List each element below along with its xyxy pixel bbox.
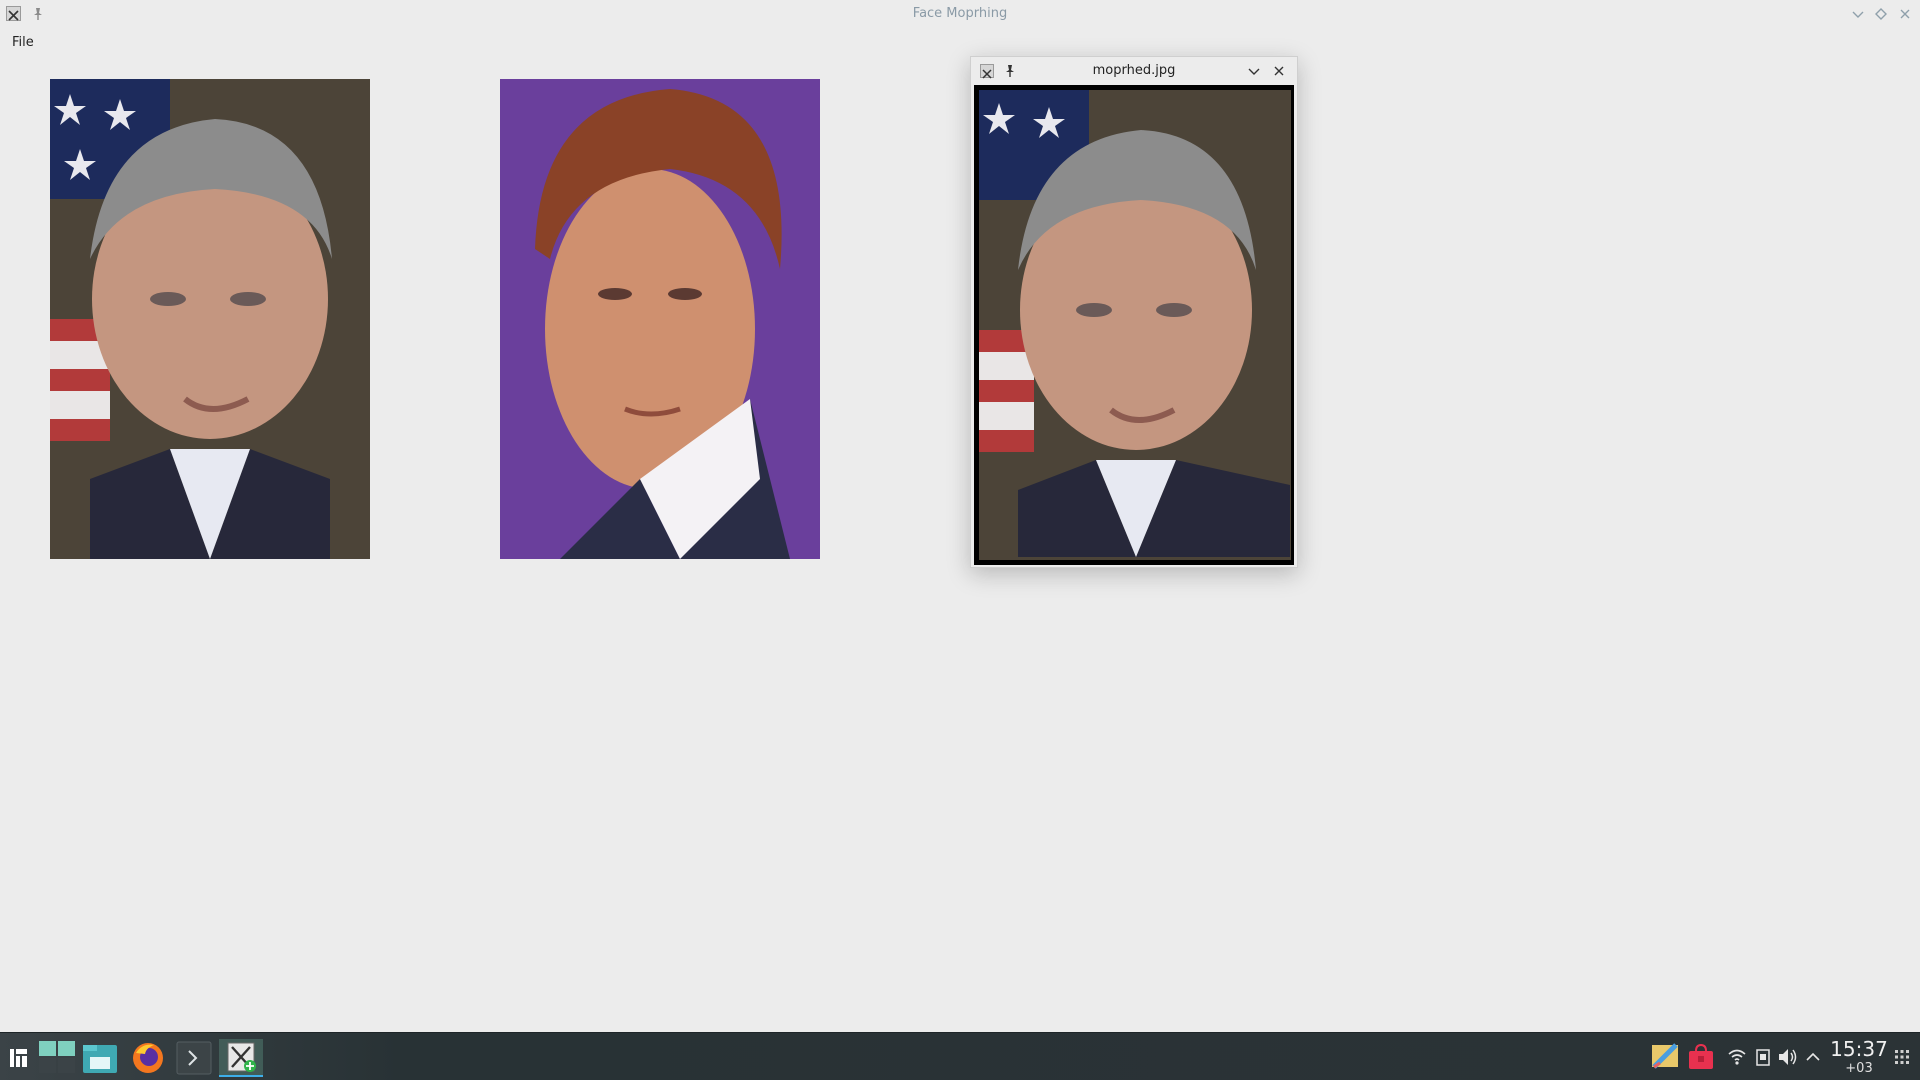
main-window-titlebar[interactable]: Face Moprhing [0, 0, 1920, 28]
photo-man-suit-flag-background [50, 79, 370, 559]
network-icon[interactable] [1726, 1045, 1748, 1069]
terminal-icon[interactable] [174, 1039, 214, 1077]
close-icon[interactable] [1898, 7, 1912, 21]
photo-morphed-face [979, 90, 1291, 560]
taskbar: 15:37 +03 [0, 1032, 1920, 1080]
result-window[interactable]: moprhed.jpg [970, 56, 1298, 568]
device-icon[interactable] [1752, 1045, 1774, 1069]
expand-arrow-icon[interactable] [1802, 1045, 1824, 1069]
morphed-image[interactable] [974, 85, 1294, 565]
minimize-icon[interactable] [1247, 64, 1261, 78]
app-grid-icon[interactable] [1894, 1049, 1910, 1065]
face-morph-app-icon[interactable] [219, 1039, 263, 1077]
source-image-left[interactable] [50, 79, 370, 559]
maximize-icon[interactable] [1874, 7, 1888, 21]
file-manager-icon[interactable] [80, 1039, 120, 1077]
clock-timezone: +03 [1845, 1061, 1873, 1076]
volume-icon[interactable] [1776, 1045, 1798, 1069]
photo-man-suit-purple-background [500, 79, 820, 559]
menu-file[interactable]: File [10, 35, 36, 50]
window-title: Face Moprhing [912, 6, 1008, 21]
minimize-icon[interactable] [1851, 7, 1865, 21]
clock-time[interactable]: 15:37 [1828, 1037, 1890, 1061]
notes-icon[interactable] [1650, 1041, 1680, 1071]
firefox-icon[interactable] [128, 1039, 168, 1077]
store-bag-icon[interactable] [1686, 1043, 1716, 1071]
desktop-icon[interactable] [38, 1039, 78, 1077]
result-window-titlebar[interactable]: moprhed.jpg [971, 57, 1297, 85]
start-menu-icon[interactable] [6, 1039, 32, 1077]
source-image-right[interactable] [500, 79, 820, 559]
desktop-screen: Face Moprhing File moprhed.jpg 15:37 +03 [0, 0, 1920, 1080]
close-icon[interactable] [1272, 64, 1286, 78]
